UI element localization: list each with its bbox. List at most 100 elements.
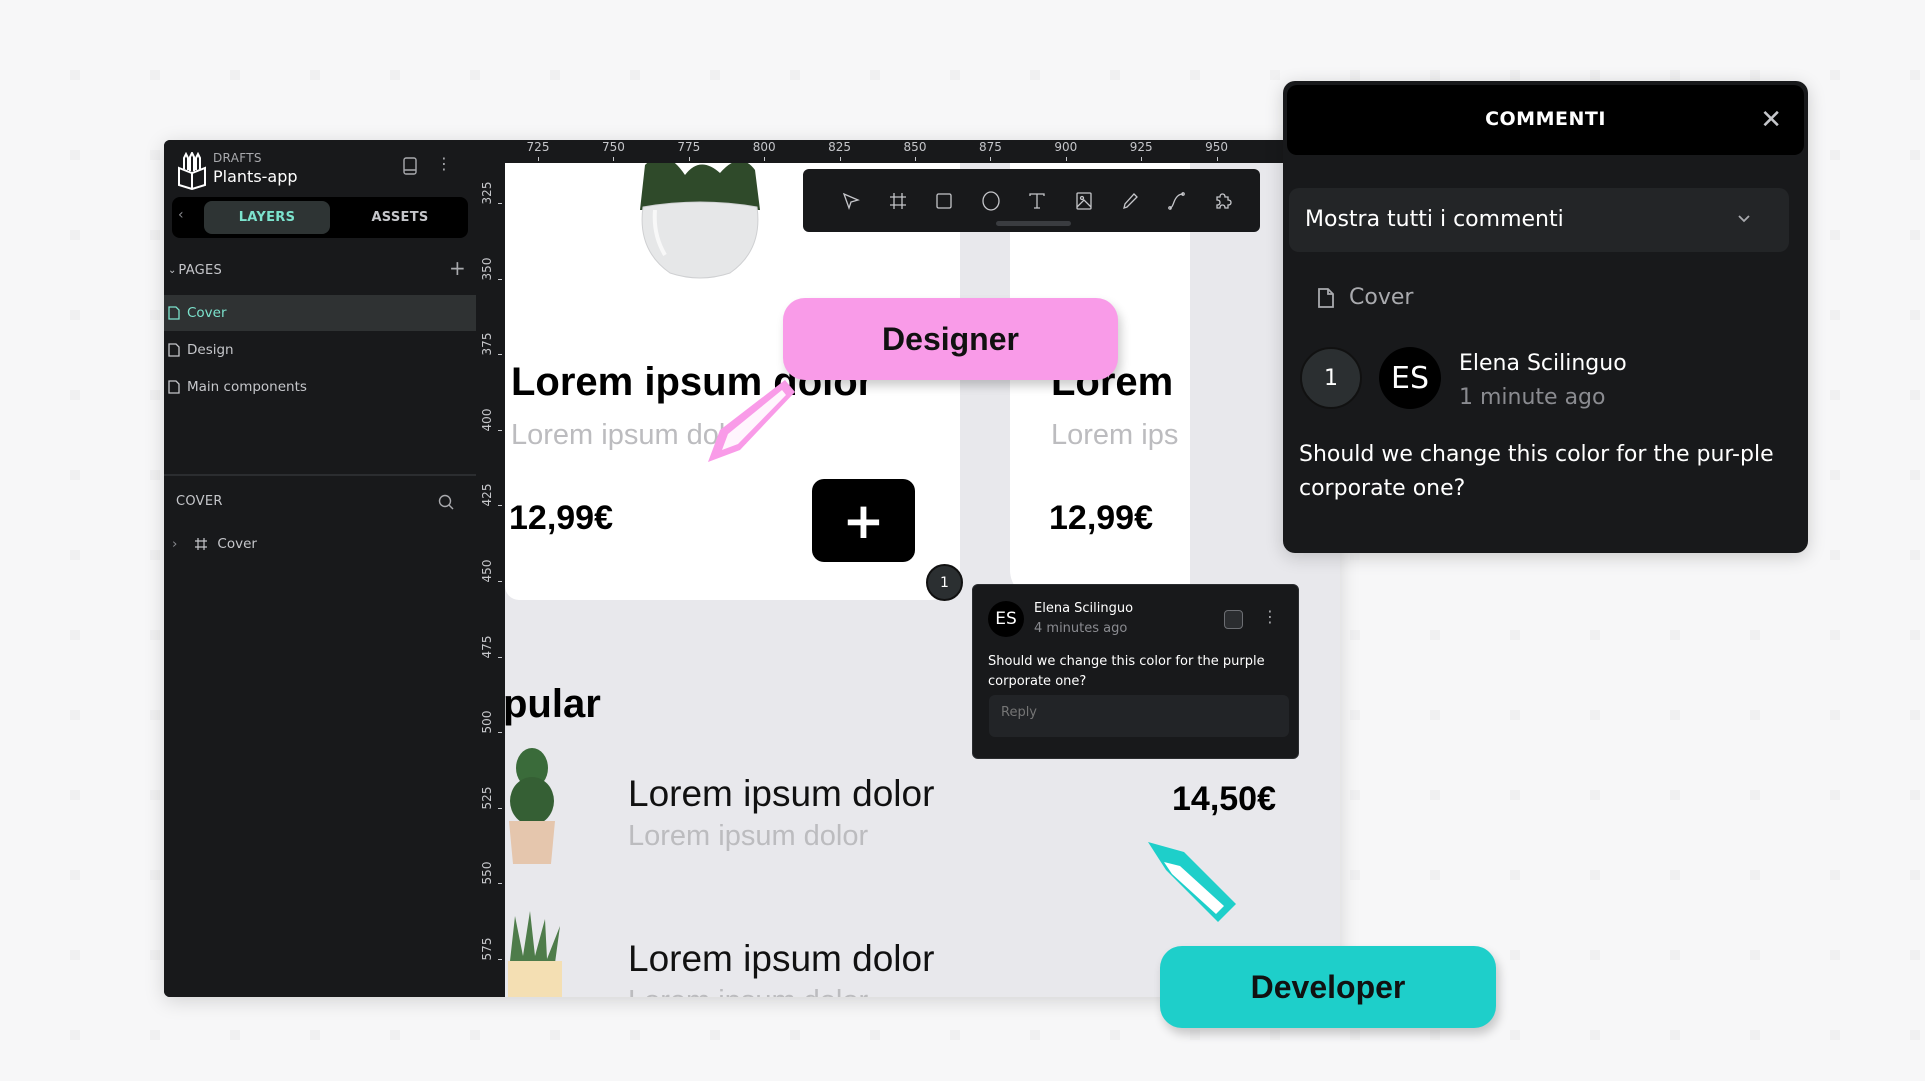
comment-time: 1 minute ago — [1459, 385, 1606, 410]
ruler-tick — [839, 157, 841, 161]
comment-body[interactable]: Should we change this color for the pur-… — [1299, 438, 1789, 506]
ruler-label: 475 — [480, 635, 494, 659]
page-icon — [168, 380, 180, 394]
ruler-label: 525 — [480, 786, 494, 810]
section-title: pular — [505, 682, 601, 726]
chevron-right-icon[interactable]: › — [172, 536, 177, 552]
page-label: Design — [187, 342, 234, 358]
page-name: Cover — [1349, 285, 1414, 310]
ruler-tick — [498, 732, 502, 734]
pencil-icon — [1123, 192, 1139, 209]
thread-number[interactable]: 1 — [1300, 347, 1362, 409]
plugins-tool[interactable] — [1200, 186, 1247, 216]
comments-filter-dropdown[interactable]: Mostra tutti i commenti — [1289, 188, 1789, 252]
ruler-tick — [498, 883, 502, 885]
ruler-tick — [1065, 157, 1067, 161]
ruler-label: 375 — [480, 332, 494, 356]
puzzle-icon — [1216, 192, 1232, 209]
list-item-subtitle: Lorem ipsum dolor — [628, 820, 869, 852]
comments-header: COMMENTI ✕ — [1287, 85, 1804, 155]
ruler-label: 550 — [480, 861, 494, 885]
ruler-label: 775 — [677, 140, 701, 154]
pages-section-header[interactable]: ⌄ PAGES — [168, 263, 222, 278]
ruler-label: 500 — [480, 710, 494, 734]
ruler-tick — [1216, 157, 1218, 161]
cactus-image — [509, 748, 555, 864]
filter-selected-value: Mostra tutti i commenti — [1305, 207, 1564, 232]
chevron-left-icon[interactable]: ‹ — [178, 207, 184, 223]
comments-title: COMMENTI — [1485, 108, 1606, 130]
page-item-main-components[interactable]: Main components — [164, 369, 476, 405]
path-tool[interactable] — [1154, 186, 1201, 216]
list-item-title: Lorem ipsum dolor — [628, 938, 935, 979]
ruler-tick — [498, 354, 502, 356]
reply-input[interactable] — [989, 695, 1289, 737]
sidebar: DRAFTS Plants-app ⋮ ‹ LAYERS ASSETS ⌄ PA… — [164, 140, 476, 997]
ruler-label: 875 — [978, 140, 1002, 154]
page-label: Main components — [187, 379, 307, 395]
layer-item-cover[interactable]: › Cover — [172, 536, 257, 552]
comment-popover: ES Elena Scilinguo 4 minutes ago ⋮ Shoul… — [972, 584, 1299, 759]
comment-author: Elena Scilinguo — [1459, 351, 1627, 376]
ruler-tick — [764, 157, 766, 161]
close-icon[interactable]: ✕ — [1760, 107, 1782, 133]
page-item-cover[interactable]: Cover — [164, 295, 476, 331]
list-item-subtitle: Lorem ipsum dolor — [628, 985, 868, 997]
ruler-tick — [498, 807, 502, 809]
avatar: ES — [988, 601, 1024, 637]
board-icon — [195, 538, 208, 550]
comment-author: Elena Scilinguo — [1034, 601, 1134, 616]
tab-layers[interactable]: LAYERS — [204, 201, 330, 234]
ruler-label: 900 — [1054, 140, 1078, 154]
book-icon[interactable] — [402, 157, 418, 175]
page-label: Cover — [187, 305, 227, 321]
project-name[interactable]: Plants-app — [213, 167, 298, 186]
ruler-tick — [498, 656, 502, 658]
page-icon — [168, 306, 180, 320]
ellipse-tool[interactable] — [968, 186, 1015, 216]
ruler-label: 850 — [903, 140, 927, 154]
rectangle-tool[interactable] — [921, 186, 968, 216]
card-subtitle: Lorem ips — [1051, 419, 1179, 451]
ruler-vertical: 325 350 375 400 425 450 475 500 525 550 575 — [476, 163, 505, 997]
curve-icon — [1167, 191, 1185, 210]
resolve-checkbox[interactable] — [1224, 610, 1243, 629]
pages-section-title: PAGES — [178, 263, 223, 278]
more-options-icon[interactable]: ⋮ — [436, 154, 452, 173]
developer-cursor-icon — [1148, 842, 1236, 922]
rectangle-icon — [936, 192, 952, 209]
pencil-tool[interactable] — [1107, 186, 1154, 216]
developer-badge: Developer — [1160, 946, 1496, 1028]
move-tool[interactable] — [828, 186, 875, 216]
page-icon — [168, 343, 180, 357]
comment-time: 4 minutes ago — [1034, 621, 1128, 636]
tab-assets[interactable]: ASSETS — [337, 201, 463, 234]
comment-pin[interactable]: 1 — [926, 564, 963, 601]
ruler-label: 425 — [480, 483, 494, 507]
ruler-tick — [915, 157, 916, 161]
avatar: ES — [1379, 347, 1441, 409]
board-tool[interactable] — [875, 186, 922, 216]
ruler-tick — [498, 505, 502, 507]
image-tool[interactable] — [1061, 186, 1108, 216]
page-item-design[interactable]: Design — [164, 332, 476, 368]
add-to-cart-button[interactable]: + — [812, 479, 915, 562]
ruler-label: 325 — [480, 181, 494, 205]
ruler-tick — [688, 157, 690, 161]
ruler-label: 725 — [526, 140, 550, 154]
search-icon[interactable] — [438, 494, 454, 510]
list-item-title: Lorem ipsum dolor — [628, 773, 935, 814]
comments-panel: COMMENTI ✕ Mostra tutti i commenti Cover… — [1283, 81, 1808, 553]
ruler-label: 950 — [1205, 140, 1229, 154]
ruler-tick — [498, 203, 502, 204]
add-page-icon[interactable]: + — [449, 256, 466, 280]
designer-badge: Designer — [783, 298, 1118, 380]
ellipse-icon — [982, 190, 1000, 211]
layers-section-title: COVER — [176, 494, 223, 509]
ruler-label: 800 — [752, 140, 776, 154]
image-icon — [1076, 191, 1092, 210]
ruler-label: 400 — [480, 408, 494, 432]
text-tool[interactable] — [1014, 186, 1061, 216]
more-options-icon[interactable]: ⋮ — [1262, 607, 1278, 626]
toolbar-drag-handle[interactable] — [996, 221, 1071, 226]
